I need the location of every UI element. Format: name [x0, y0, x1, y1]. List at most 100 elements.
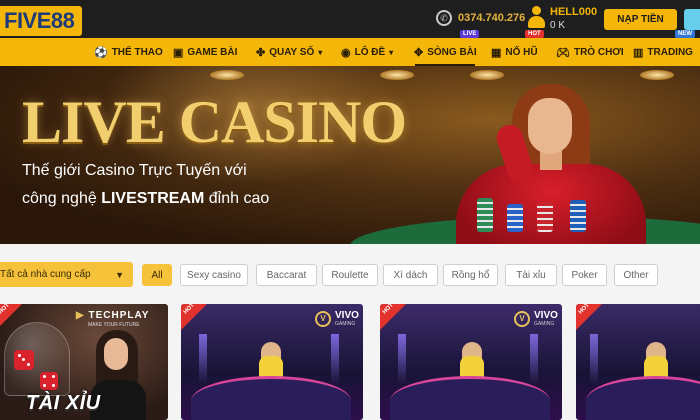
- chart-icon: ▥: [633, 46, 644, 59]
- dice-icon: [40, 372, 58, 390]
- nav-label: TRÒ CHƠI: [573, 46, 624, 58]
- cards-icon: ▣: [173, 46, 184, 59]
- hot-badge: HOT: [525, 30, 544, 38]
- user-account[interactable]: HELL000 0 K: [528, 6, 597, 31]
- header-extra-button[interactable]: [684, 9, 700, 30]
- balance: 0 K: [550, 20, 566, 31]
- chip-stack-icon: [570, 200, 586, 232]
- username: HELL000: [550, 6, 598, 18]
- game-table: [390, 376, 550, 420]
- provider-tagline: GAMING: [534, 321, 555, 327]
- game-card-4[interactable]: HOT: [576, 304, 700, 420]
- lamp-decoration: [380, 70, 414, 80]
- banner-line2-prefix: công nghệ: [22, 190, 102, 207]
- filter-rong-ho[interactable]: Rồng hổ: [443, 264, 498, 286]
- stage-light: [590, 334, 598, 384]
- provider-logo: V VIVO GAMING: [514, 310, 558, 327]
- nav-item-sports[interactable]: ⚽ THỂ THAO: [94, 38, 163, 66]
- game-card-vivo-2[interactable]: HOT V VIVO GAMING: [380, 304, 562, 420]
- top-header: FIVE 88 ✆ 0374.740.276 HELL000 0 K NẠP TI…: [0, 0, 700, 38]
- nav-item-casino[interactable]: ✥ SÒNG BÀI LIVE: [414, 30, 480, 66]
- provider-logo: V VIVO GAMING: [315, 310, 359, 327]
- chip-stack-icon: [537, 202, 553, 232]
- game-filters: Tất cả nhà cung cấp ▼ All Sexy casino Ba…: [0, 260, 700, 288]
- nav-item-slots[interactable]: ▦ NỔ HŨ HOT: [491, 30, 544, 66]
- deposit-button[interactable]: NẠP TIỀN: [604, 9, 677, 30]
- stage-light: [398, 334, 406, 384]
- dealer-image: [259, 342, 283, 378]
- live-badge: LIVE: [460, 30, 480, 38]
- new-badge: NEW: [675, 30, 695, 38]
- provider-label: Tất cả nhà cung cấp: [0, 269, 91, 280]
- page: FIVE 88 ✆ 0374.740.276 HELL000 0 K NẠP TI…: [0, 0, 700, 420]
- filter-other[interactable]: Other: [614, 264, 658, 286]
- dice-icon: [14, 350, 34, 370]
- dealer-image: [644, 342, 668, 378]
- main-nav: ⚽ THỂ THAO ▣ GAME BÀI ✤ QUAY SỐ ▾ ◉ LÔ Đ…: [0, 30, 700, 66]
- provider-name: TECHPLAY: [88, 310, 150, 321]
- nav-label: TRADING: [647, 46, 693, 58]
- chip-stack-icon: [477, 198, 493, 232]
- nav-label: GAME BÀI: [187, 46, 238, 58]
- filter-baccarat[interactable]: Baccarat: [256, 264, 317, 286]
- logo-text: FIVE: [4, 8, 51, 33]
- lamp-decoration: [210, 70, 244, 80]
- banner-title: LIVE CASINO: [22, 89, 407, 155]
- filter-xi-dach[interactable]: Xì dách: [383, 264, 438, 286]
- logo-number: 88: [50, 8, 75, 33]
- game-card-tai-xiu[interactable]: HOT ▶ TECHPLAY MAKE YOUR FUTURE TÀI XỈU: [0, 304, 168, 420]
- phone-number: 0374.740.276: [458, 12, 526, 24]
- nav-label: THỂ THAO: [111, 46, 163, 58]
- game-table: [586, 376, 700, 420]
- hotline[interactable]: ✆ 0374.740.276: [436, 10, 525, 26]
- lamp-decoration: [470, 70, 504, 80]
- nav-label: SÒNG BÀI: [427, 46, 477, 58]
- chevron-down-icon: ▾: [389, 47, 394, 57]
- banner-line2-highlight: LIVESTREAM: [101, 190, 205, 207]
- nav-item-trading[interactable]: ▥ TRADING NEW: [633, 30, 695, 66]
- provider-name: VIVO: [335, 310, 359, 321]
- hero-banner: LIVE CASINO Thế giới Casino Trực Tuyến v…: [0, 66, 700, 244]
- game-title: TÀI XỈU: [26, 392, 101, 414]
- nav-item-lottery[interactable]: ✤ QUAY SỐ ▾: [256, 38, 322, 66]
- lamp-decoration: [640, 70, 674, 80]
- ball-icon: ◉: [341, 46, 351, 59]
- nav-label: QUAY SỐ: [269, 46, 315, 58]
- site-logo[interactable]: FIVE 88: [0, 6, 83, 36]
- game-card-vivo-1[interactable]: HOT V VIVO GAMING: [181, 304, 363, 420]
- provider-name: VIVO: [534, 310, 558, 321]
- soccer-icon: ⚽: [94, 46, 108, 59]
- play-icon: ▶: [76, 310, 85, 321]
- provider-dropdown[interactable]: Tất cả nhà cung cấp ▼: [0, 262, 133, 287]
- vivo-logo-icon: V: [514, 310, 530, 327]
- nav-item-games[interactable]: 🎮︎ TRÒ CHƠI: [556, 38, 624, 66]
- filter-all[interactable]: All: [142, 264, 172, 286]
- gamepad-icon: 🎮︎: [556, 46, 570, 59]
- dealer-image: [460, 342, 484, 378]
- banner-subtitle-line2: công nghệ LIVESTREAM đỉnh cao: [22, 190, 269, 208]
- filter-roulette[interactable]: Roulette: [322, 264, 378, 286]
- nav-item-lode[interactable]: ◉ LÔ ĐỀ ▾: [341, 38, 393, 66]
- filter-tai-xiu[interactable]: Tài xỉu: [505, 264, 557, 286]
- vivo-logo-icon: V: [315, 310, 331, 327]
- chevron-down-icon: ▼: [115, 269, 124, 280]
- game-table: [191, 376, 351, 420]
- slot-icon: ▦: [491, 46, 502, 59]
- chip-stack-icon: [507, 204, 523, 232]
- stage-light: [530, 334, 538, 384]
- filter-sexy-casino[interactable]: Sexy casino: [180, 264, 248, 286]
- user-avatar-icon: [528, 6, 545, 28]
- lottery-icon: ✤: [256, 46, 266, 59]
- banner-subtitle-line1: Thế giới Casino Trực Tuyến với: [22, 162, 247, 179]
- stage-light: [331, 334, 339, 384]
- provider-tagline: MAKE YOUR FUTURE: [88, 322, 140, 328]
- nav-label: NỔ HŨ: [505, 46, 538, 58]
- phone-icon: ✆: [436, 10, 452, 26]
- chevron-down-icon: ▾: [318, 47, 323, 57]
- nav-item-card-games[interactable]: ▣ GAME BÀI: [173, 38, 237, 66]
- banner-line2-suffix: đỉnh cao: [204, 190, 270, 207]
- stage-light: [199, 334, 207, 384]
- provider-tagline: GAMING: [335, 321, 356, 327]
- filter-poker[interactable]: Poker: [562, 264, 607, 286]
- provider-logo: ▶ TECHPLAY: [76, 310, 149, 321]
